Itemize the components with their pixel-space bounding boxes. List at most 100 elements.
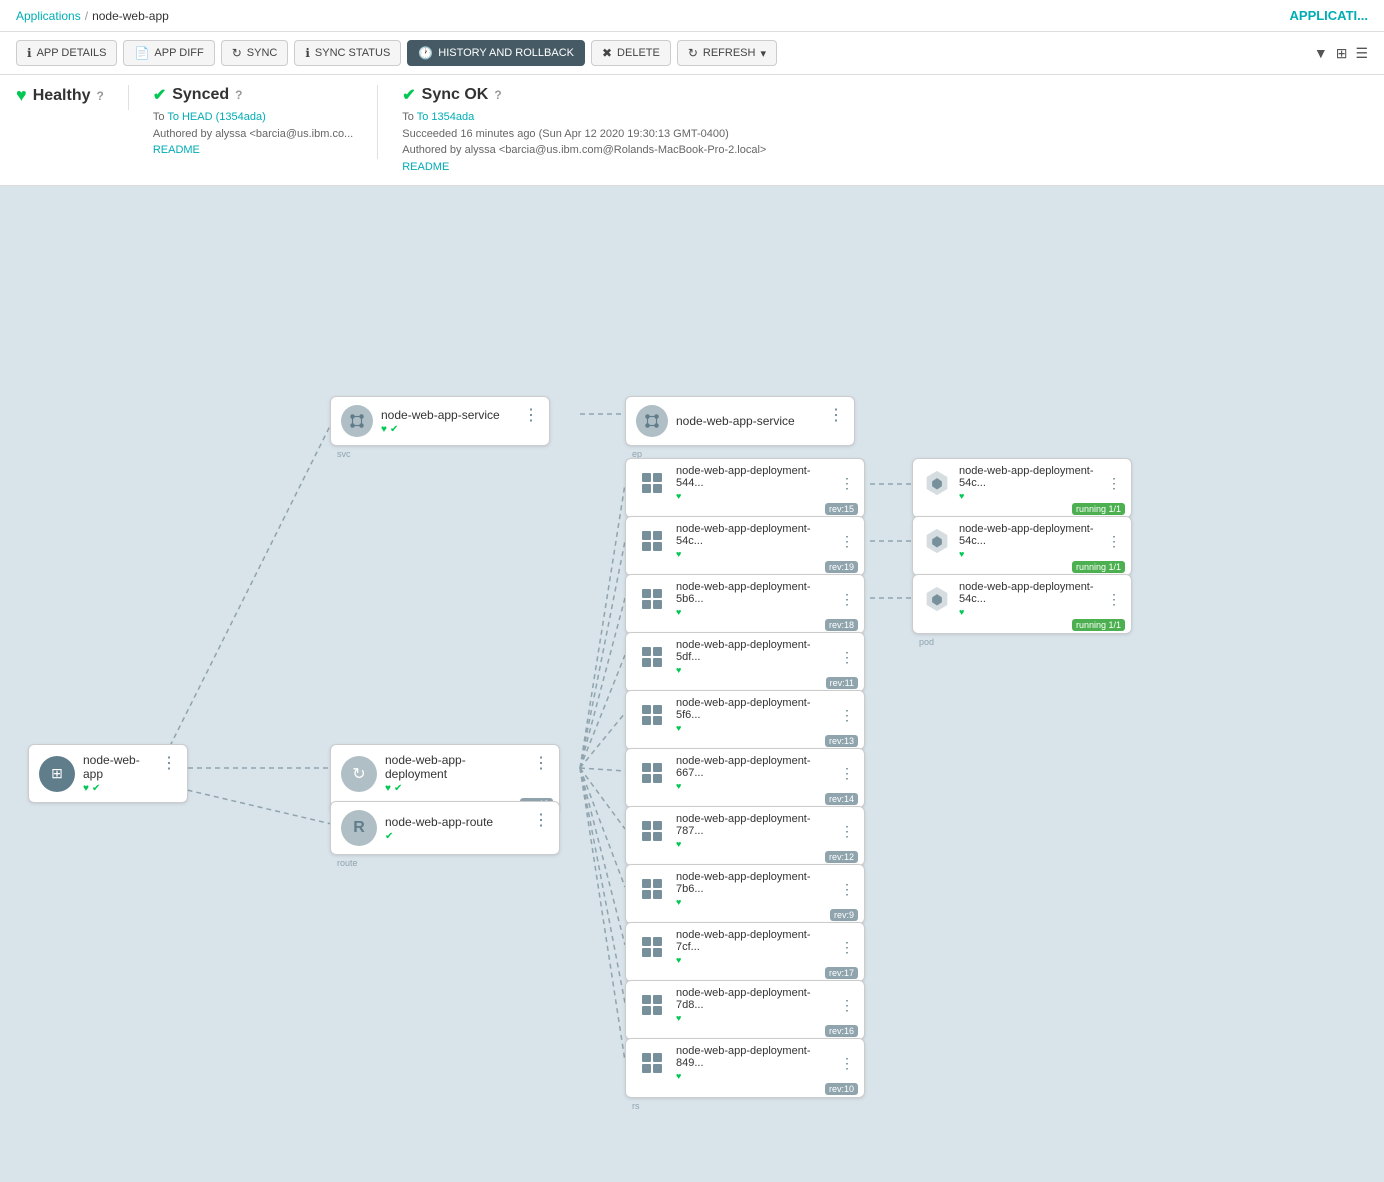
pod-running-2: running 1/1	[1072, 619, 1125, 631]
pod-menu-1[interactable]: ⋮	[1107, 533, 1121, 550]
rs-node-7[interactable]: node-web-app-deployment-7b6... ♥ ⋮ rev:9…	[625, 864, 865, 924]
route-icon: R	[341, 810, 377, 846]
deploy-icon: ↻	[341, 756, 377, 792]
rs-heart-10: ♥	[676, 1071, 681, 1081]
rs-label-1: node-web-app-deployment-54c...	[676, 523, 832, 547]
pod-label-2: node-web-app-deployment-54c...	[959, 581, 1099, 605]
rs-rev-8: rev:17	[825, 967, 858, 979]
rs-menu-10[interactable]: ⋮	[840, 1055, 854, 1072]
synced-check-icon: ✔	[153, 85, 166, 105]
breadcrumb-applications[interactable]: Applications	[16, 9, 81, 23]
sync-status-button[interactable]: ℹ SYNC STATUS	[294, 40, 401, 66]
syncok-to-link[interactable]: To 1354ada	[417, 111, 475, 123]
app-diff-button[interactable]: 📄 APP DIFF	[123, 40, 214, 66]
rs-status-8: ♥	[676, 955, 832, 965]
sync-label: SYNC	[247, 47, 278, 59]
rs-heart-2: ♥	[676, 607, 681, 617]
rs-menu-2[interactable]: ⋮	[840, 591, 854, 608]
rs-menu-5[interactable]: ⋮	[840, 765, 854, 782]
rs-rev-3: rev:11	[826, 677, 858, 689]
sync-status-label: SYNC STATUS	[315, 47, 390, 59]
refresh-button[interactable]: ↻ REFRESH ▾	[677, 40, 777, 66]
filter-button[interactable]: ▼	[1314, 45, 1328, 61]
rs-label-0: node-web-app-deployment-544...	[676, 465, 832, 489]
pod-node-1[interactable]: node-web-app-deployment-54c... ♥ ⋮ runni…	[912, 516, 1132, 576]
rs-menu-9[interactable]: ⋮	[840, 997, 854, 1014]
svc-right-node[interactable]: node-web-app-service ⋮ ep	[625, 396, 855, 446]
pod-label-0: node-web-app-deployment-54c...	[959, 465, 1099, 489]
rs-menu-3[interactable]: ⋮	[840, 649, 854, 666]
rs-node-0[interactable]: node-web-app-deployment-544... ♥ ⋮ rev:1…	[625, 458, 865, 518]
app-check-icon: ✔	[92, 783, 100, 794]
route-menu[interactable]: ⋮	[533, 810, 549, 830]
rs-menu-7[interactable]: ⋮	[840, 881, 854, 898]
app-node-label: node-web-app	[83, 753, 153, 781]
sync-button[interactable]: ↻ SYNC	[221, 40, 289, 66]
canvas-inner: ⊞ node-web-app ♥ ✔ ⋮ node-web-app-servic…	[0, 186, 1380, 1166]
route-status: ✔	[385, 831, 525, 842]
rs-rev-5: rev:14	[825, 793, 858, 805]
health-status-section: ♥ Healthy ?	[16, 85, 129, 110]
network-view-button[interactable]: ⊞	[1336, 45, 1348, 62]
rs-node-6[interactable]: node-web-app-deployment-787... ♥ ⋮ rev:1…	[625, 806, 865, 866]
pod-status-2: ♥	[959, 607, 1099, 617]
rs-heart-5: ♥	[676, 781, 681, 791]
info-icon: ℹ	[27, 46, 32, 60]
rs-menu-8[interactable]: ⋮	[840, 939, 854, 956]
deploy-menu[interactable]: ⋮	[533, 753, 549, 773]
rs-rev-4: rev:13	[825, 735, 858, 747]
rs-node-10[interactable]: node-web-app-deployment-849... ♥ ⋮ rev:1…	[625, 1038, 865, 1098]
pod-node-2[interactable]: node-web-app-deployment-54c... ♥ ⋮ runni…	[912, 574, 1132, 634]
route-node[interactable]: R node-web-app-route ✔ ⋮ route	[330, 801, 560, 855]
rs-node-2[interactable]: node-web-app-deployment-5b6... ♥ ⋮ rev:1…	[625, 574, 865, 634]
breadcrumb-current: node-web-app	[92, 9, 169, 23]
pod-label-1: node-web-app-deployment-54c...	[959, 523, 1099, 547]
list-view-button[interactable]: ☰	[1355, 45, 1368, 62]
rs-status-1: ♥	[676, 549, 832, 559]
rs-rev-9: rev:16	[825, 1025, 858, 1037]
rs-menu-1[interactable]: ⋮	[840, 533, 854, 550]
rs-menu-6[interactable]: ⋮	[840, 823, 854, 840]
healthy-label: Healthy	[33, 87, 91, 105]
sync-status-icon: ℹ	[305, 46, 310, 60]
pod-icon-2	[923, 585, 951, 613]
synced-readme-link[interactable]: README	[153, 144, 200, 156]
pod-status-0: ♥	[959, 491, 1099, 501]
rs-rev-7: rev:9	[830, 909, 858, 921]
rs-status-7: ♥	[676, 897, 832, 907]
syncok-author: Authored by alyssa <barcia@us.ibm.com@Ro…	[402, 144, 766, 156]
rs-node-4[interactable]: node-web-app-deployment-5f6... ♥ ⋮ rev:1…	[625, 690, 865, 750]
rs-heart-9: ♥	[676, 1013, 681, 1023]
pod-menu-2[interactable]: ⋮	[1107, 591, 1121, 608]
rs-node-8[interactable]: node-web-app-deployment-7cf... ♥ ⋮ rev:1…	[625, 922, 865, 982]
main-app-node[interactable]: ⊞ node-web-app ♥ ✔ ⋮	[28, 744, 188, 803]
svc-left-node[interactable]: node-web-app-service ♥ ✔ ⋮ svc	[330, 396, 550, 446]
rs-node-9[interactable]: node-web-app-deployment-7d8... ♥ ⋮ rev:1…	[625, 980, 865, 1040]
app-details-label: APP DETAILS	[37, 47, 107, 59]
synced-to-link[interactable]: To HEAD (1354ada)	[167, 111, 265, 123]
svc-right-menu[interactable]: ⋮	[828, 405, 844, 425]
rs-node-5[interactable]: node-web-app-deployment-667... ♥ ⋮ rev:1…	[625, 748, 865, 808]
rs-status-5: ♥	[676, 781, 832, 791]
delete-button[interactable]: ✖ DELETE	[591, 40, 671, 66]
app-diff-label: APP DIFF	[154, 47, 203, 59]
syncok-readme-link[interactable]: README	[402, 161, 449, 173]
svc-left-icon	[341, 405, 373, 437]
rs-menu-0[interactable]: ⋮	[840, 475, 854, 492]
svc-left-menu[interactable]: ⋮	[523, 405, 539, 425]
rs-heart-7: ♥	[676, 897, 681, 907]
rs-label-4: node-web-app-deployment-5f6...	[676, 697, 832, 721]
rs-node-1[interactable]: node-web-app-deployment-54c... ♥ ⋮ rev:1…	[625, 516, 865, 576]
app-node-menu[interactable]: ⋮	[161, 753, 177, 773]
pod-menu-0[interactable]: ⋮	[1107, 475, 1121, 492]
pod-node-0[interactable]: node-web-app-deployment-54c... ♥ ⋮ runni…	[912, 458, 1132, 518]
synced-status-section: ✔ Synced ? To To HEAD (1354ada) Authored…	[129, 85, 378, 159]
history-rollback-button[interactable]: 🕐 HISTORY AND ROLLBACK	[407, 40, 585, 66]
rs-menu-4[interactable]: ⋮	[840, 707, 854, 724]
history-rollback-label: HISTORY AND ROLLBACK	[438, 47, 574, 59]
rs-label-8: node-web-app-deployment-7cf...	[676, 929, 832, 953]
app-details-button[interactable]: ℹ APP DETAILS	[16, 40, 117, 66]
rs-node-3[interactable]: node-web-app-deployment-5df... ♥ ⋮ rev:1…	[625, 632, 865, 692]
toolbar: ℹ APP DETAILS 📄 APP DIFF ↻ SYNC ℹ SYNC S…	[0, 32, 1384, 75]
synced-label: Synced	[172, 86, 229, 104]
